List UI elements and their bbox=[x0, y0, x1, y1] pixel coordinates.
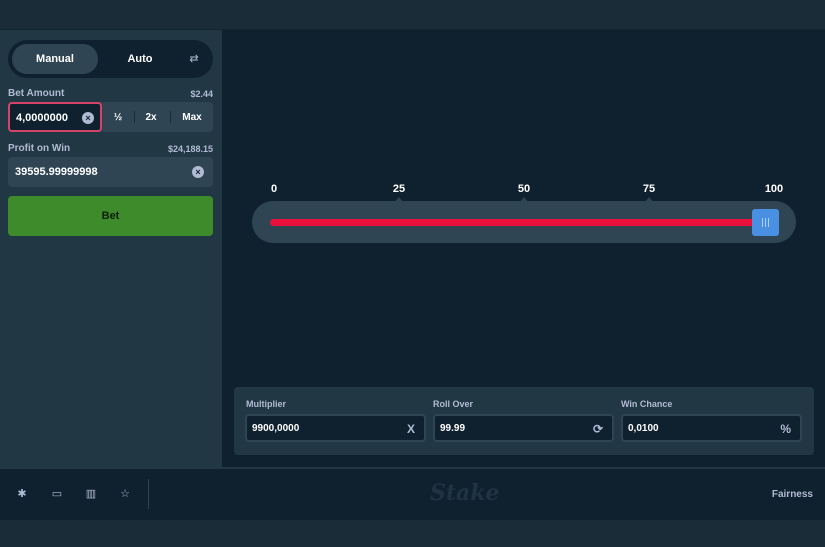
bet-amount-usd: $2.44 bbox=[190, 89, 213, 99]
profit-usd: $24,188.15 bbox=[167, 144, 213, 154]
profit-value: 39595.99999998 bbox=[15, 166, 98, 178]
win-chance-value: 0,0100 bbox=[628, 423, 659, 434]
tick-label: 0 bbox=[270, 183, 278, 195]
bet-amount-label: Bet Amount bbox=[8, 88, 65, 99]
half-button[interactable]: ½ bbox=[106, 102, 130, 132]
slider-handle[interactable] bbox=[752, 209, 779, 236]
multiplier-input[interactable]: 9900,0000 X bbox=[245, 414, 426, 442]
swap-icon[interactable]: ⇄ bbox=[187, 52, 201, 66]
bottom-bar bbox=[0, 520, 825, 547]
manual-tab[interactable]: Manual bbox=[12, 44, 98, 74]
bet-amount-value: 4,0000000 bbox=[16, 112, 68, 124]
percent-icon: % bbox=[780, 422, 791, 436]
divider bbox=[170, 111, 171, 123]
multiplier-x-icon: X bbox=[406, 422, 415, 436]
clear-icon[interactable]: × bbox=[82, 112, 94, 124]
profit-label: Profit on Win bbox=[8, 143, 71, 154]
roll-over-input[interactable]: 99.99 ⟳ bbox=[433, 414, 614, 442]
multiplier-value: 9900,0000 bbox=[252, 423, 300, 434]
tick-label: 100 bbox=[764, 183, 784, 195]
double-button[interactable]: 2x bbox=[138, 102, 164, 132]
roll-over-value: 99.99 bbox=[440, 423, 466, 434]
gear-icon[interactable]: ✱ bbox=[16, 488, 28, 500]
win-chance-label: Win Chance bbox=[621, 399, 673, 409]
roll-over-label: Roll Over bbox=[433, 399, 474, 409]
mode-toggle: Manual Auto ⇄ bbox=[8, 40, 213, 78]
grip-line bbox=[762, 218, 763, 227]
divider bbox=[134, 111, 135, 123]
slider-track[interactable] bbox=[270, 219, 770, 226]
grip-line bbox=[768, 218, 769, 227]
tick-label: 50 bbox=[517, 183, 531, 195]
refresh-icon[interactable]: ⟳ bbox=[593, 422, 603, 436]
profit-input[interactable]: 39595.99999998 × bbox=[8, 157, 213, 187]
top-bar bbox=[0, 0, 825, 30]
win-chance-input[interactable]: 0,0100 % bbox=[621, 414, 802, 442]
bet-button[interactable]: Bet bbox=[8, 196, 213, 236]
auto-tab[interactable]: Auto bbox=[100, 44, 180, 74]
bet-amount-input[interactable]: 4,0000000 × bbox=[8, 102, 102, 132]
footer-divider bbox=[148, 479, 149, 509]
tick-label: 75 bbox=[642, 183, 656, 195]
multiplier-label: Multiplier bbox=[246, 399, 286, 409]
stake-logo: Stake bbox=[430, 480, 500, 506]
clear-icon[interactable]: × bbox=[192, 166, 204, 178]
chart-icon[interactable]: ▥ bbox=[85, 488, 97, 500]
bet-amount-group: 4,0000000 × ½ 2x Max bbox=[8, 102, 213, 132]
tick-label: 25 bbox=[392, 183, 406, 195]
theater-icon[interactable]: ▭ bbox=[51, 488, 63, 500]
fairness-link[interactable]: Fairness bbox=[772, 489, 813, 500]
star-icon[interactable]: ☆ bbox=[119, 488, 131, 500]
max-button[interactable]: Max bbox=[174, 102, 210, 132]
grip-line bbox=[765, 218, 766, 227]
